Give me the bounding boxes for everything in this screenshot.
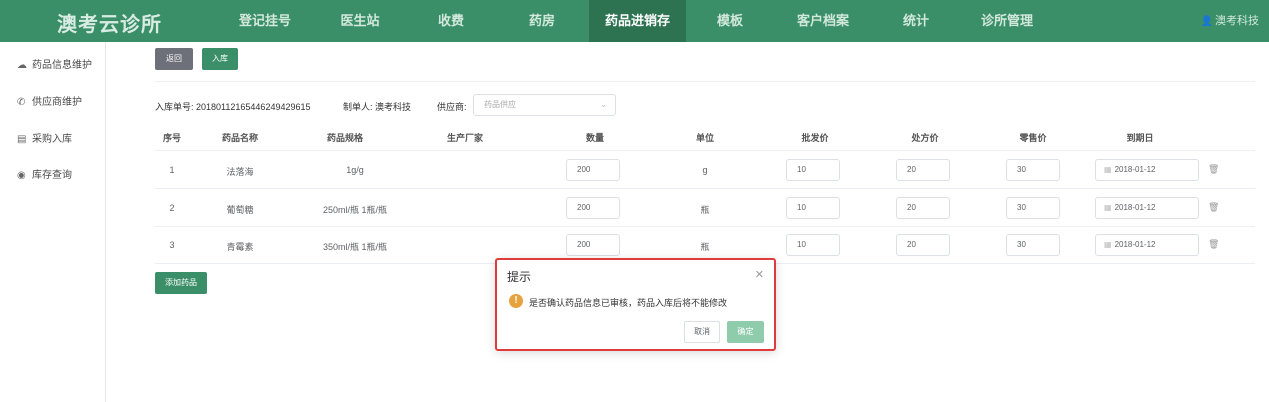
confirm-button[interactable]: 确定 bbox=[727, 321, 764, 343]
dialog-overlay: 提示 ✕ ! 是否确认药品信息已审核，药品入库后将不能修改 取消 确定 bbox=[0, 0, 1269, 402]
dialog-title: 提示 bbox=[507, 270, 532, 284]
cancel-button[interactable]: 取消 bbox=[684, 321, 720, 343]
close-icon[interactable]: ✕ bbox=[755, 268, 764, 281]
warning-icon: ! bbox=[509, 294, 523, 308]
dialog-message: 是否确认药品信息已审核，药品入库后将不能修改 bbox=[529, 298, 728, 308]
confirm-dialog: 提示 ✕ ! 是否确认药品信息已审核，药品入库后将不能修改 取消 确定 bbox=[495, 258, 776, 351]
